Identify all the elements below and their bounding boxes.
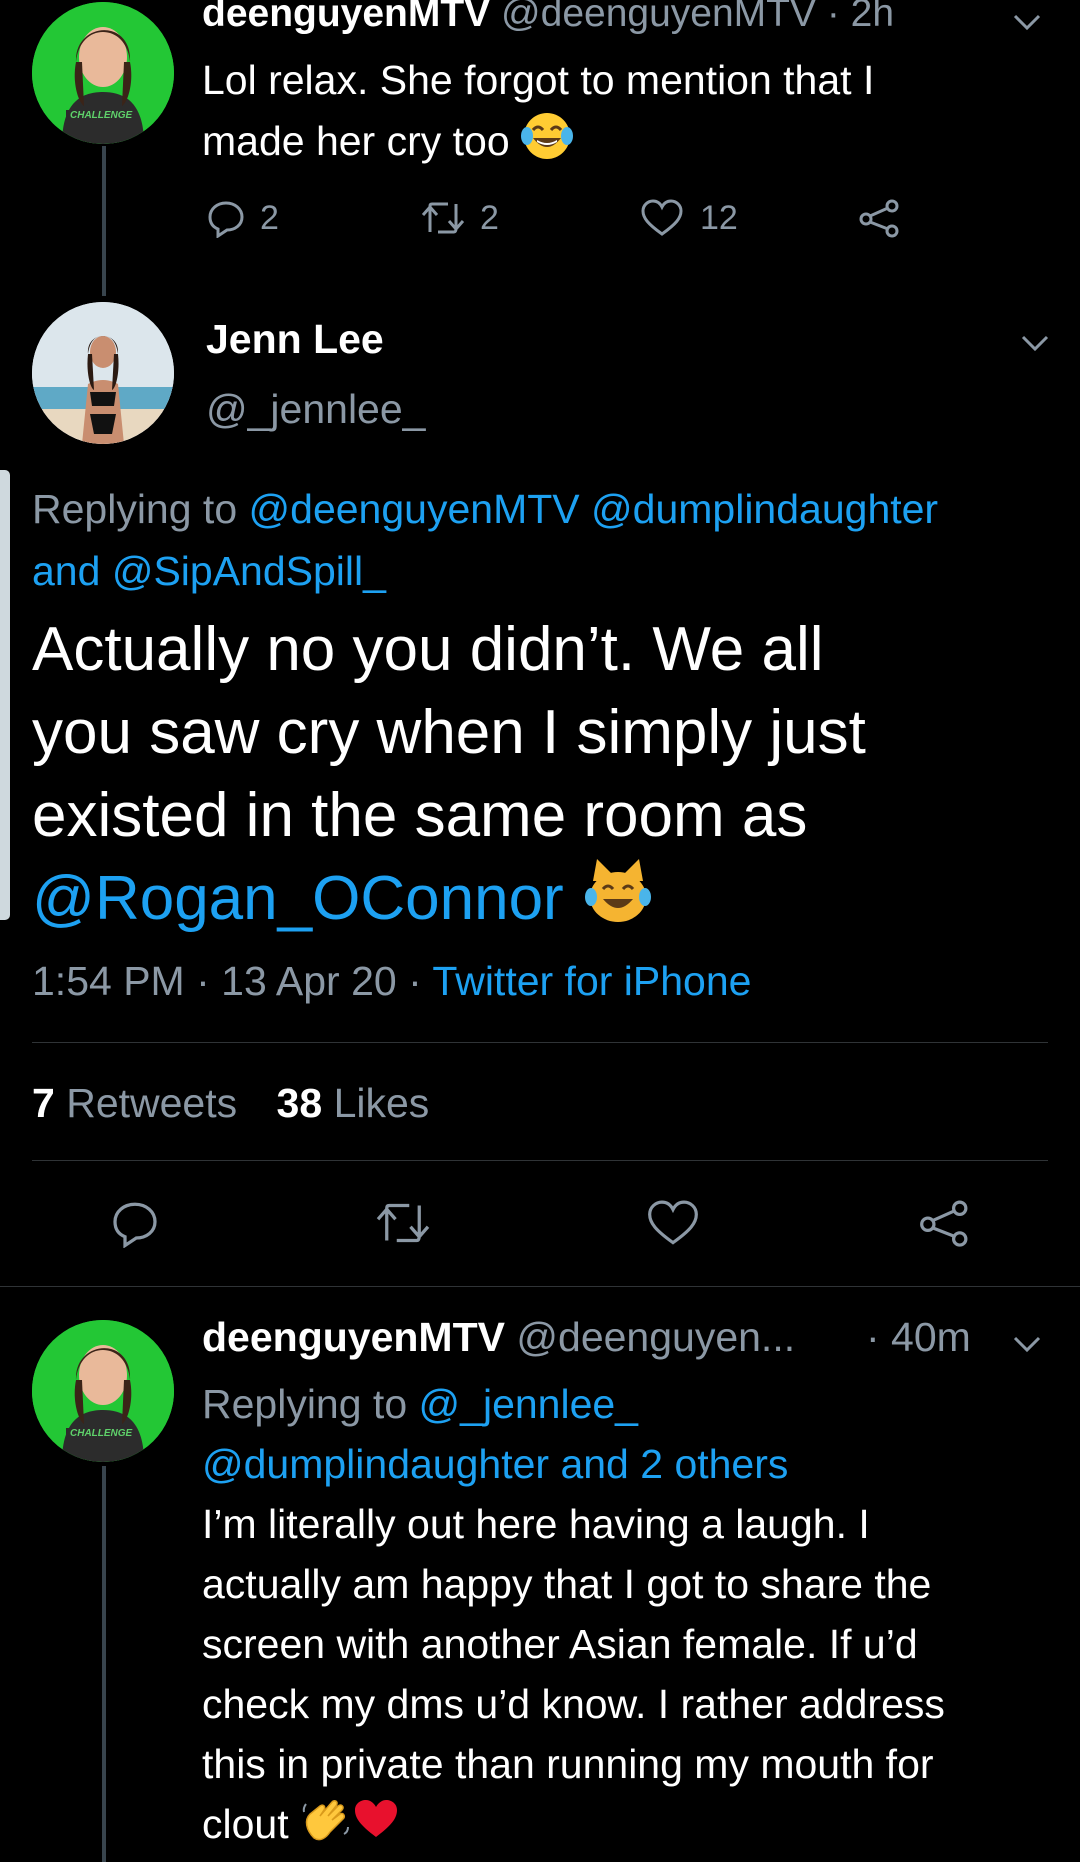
retweet-icon xyxy=(376,1203,430,1243)
likes-count: 38 xyxy=(276,1080,323,1126)
tweet-text: Lol relax. She forgot to mention that I … xyxy=(202,50,874,178)
avatar-image xyxy=(32,2,174,144)
tweet-text-line: check my dms u’d know. I rather address xyxy=(202,1681,945,1727)
thread-line xyxy=(102,1466,106,1862)
retweet-button[interactable] xyxy=(374,1198,432,1248)
author-handle[interactable]: @deenguyen... xyxy=(516,1314,795,1360)
heart-icon xyxy=(648,1200,698,1245)
cat-tears-of-joy-emoji-icon xyxy=(581,857,655,948)
replying-prefix: Replying to xyxy=(202,1381,408,1427)
replying-line: and @SipAndSpill_ xyxy=(32,540,938,602)
avatar[interactable] xyxy=(32,302,174,444)
tweet-text-line: you saw cry when I simply just xyxy=(32,698,866,767)
chevron-down-icon[interactable] xyxy=(1012,12,1042,37)
tweet-text: Actually no you didn’t. We all you saw c… xyxy=(32,608,866,948)
like-count: 12 xyxy=(700,198,738,237)
share-icon xyxy=(920,1200,968,1247)
tweet-source[interactable]: Twitter for iPhone xyxy=(432,958,751,1004)
retweets-stat[interactable]: 7 Retweets xyxy=(32,1080,249,1126)
meta-separator: · xyxy=(196,958,210,1004)
tweet-text-line: existed in the same room as xyxy=(32,781,808,850)
reply-count: 2 xyxy=(260,198,279,237)
reply-icon xyxy=(113,1202,157,1248)
tears-of-joy-emoji-icon xyxy=(521,110,574,178)
avatar[interactable]: CHALLENGE xyxy=(32,2,174,144)
author-name[interactable]: Jenn Lee xyxy=(206,316,384,363)
tweet-time: · 40m xyxy=(866,1314,971,1360)
tweet-text-line: made her cry too xyxy=(202,110,874,178)
avatar-badge-text: CHALLENGE xyxy=(70,110,133,121)
divider xyxy=(32,1042,1048,1043)
replying-and: and xyxy=(32,548,101,594)
waving-hand-emoji-icon xyxy=(300,1794,352,1860)
heart-icon xyxy=(641,199,683,236)
author-handle[interactable]: @_jennlee_ xyxy=(206,386,425,433)
share-button[interactable] xyxy=(918,1198,972,1248)
retweet-icon xyxy=(421,202,465,234)
tweet-text-line: screen with another Asian female. If u’d xyxy=(202,1621,918,1667)
avatar-image xyxy=(32,302,174,444)
avatar[interactable]: CHALLENGE xyxy=(32,1320,174,1462)
share-icon xyxy=(859,199,899,238)
like-button[interactable]: 12 xyxy=(640,198,738,238)
tweet-time: 1:54 PM xyxy=(32,958,185,1004)
tweet-date: 13 Apr 20 xyxy=(221,958,397,1004)
chevron-down-icon[interactable] xyxy=(1012,1334,1042,1359)
retweet-button[interactable]: 2 xyxy=(420,198,499,238)
meta-separator: · xyxy=(408,958,422,1004)
tweet-text-line: actually am happy that I got to share th… xyxy=(202,1561,932,1607)
author-name[interactable]: deenguyenMTV xyxy=(202,1314,505,1360)
share-button[interactable] xyxy=(858,198,902,238)
tweet-text: I’m literally out here having a laugh. I… xyxy=(202,1494,945,1860)
thread-line xyxy=(102,146,106,296)
replying-line: Replying to @deenguyenMTV @dumplindaught… xyxy=(32,478,938,540)
reply-button[interactable] xyxy=(110,1198,160,1248)
tweet-text-line: I’m literally out here having a laugh. I xyxy=(202,1501,870,1547)
tweet-text-line: @Rogan_OConnor xyxy=(32,857,866,948)
tweet-text-line: Actually no you didn’t. We all xyxy=(32,615,824,684)
mention-link[interactable]: @SipAndSpill_ xyxy=(112,548,386,594)
divider xyxy=(32,1160,1048,1161)
author-name[interactable]: deenguyenMTV xyxy=(202,0,490,35)
replying-line: Replying to @_jennlee_ xyxy=(202,1374,788,1434)
likes-label: Likes xyxy=(333,1080,430,1126)
tweet-text-line: Lol relax. She forgot to mention that I xyxy=(202,57,875,103)
red-heart-emoji-icon xyxy=(352,1797,400,1857)
engagement-stats: 7 Retweets 38 Likes xyxy=(32,1080,429,1127)
tweet-text-line: clout xyxy=(202,1794,945,1860)
chevron-down-icon[interactable] xyxy=(1020,333,1050,358)
likes-stat[interactable]: 38 Likes xyxy=(277,1080,430,1126)
tweet-header: deenguyenMTV @deenguyen... xyxy=(202,1314,795,1361)
mention-link[interactable]: @_jennlee_ xyxy=(419,1381,638,1427)
replying-prefix: Replying to xyxy=(32,486,238,532)
mention-link[interactable]: @dumplindaughter xyxy=(591,486,938,532)
tweet-text-span: made her cry too xyxy=(202,117,510,164)
author-handle[interactable]: @deenguyenMTV xyxy=(501,0,816,35)
tweet-text-span: clout xyxy=(202,1801,289,1847)
mention-link[interactable]: @deenguyenMTV xyxy=(249,486,580,532)
avatar-image xyxy=(32,1320,174,1462)
tweet-text-line: this in private than running my mouth fo… xyxy=(202,1741,934,1787)
mention-link[interactable]: @Rogan_OConnor xyxy=(32,864,564,933)
retweets-label: Retweets xyxy=(66,1080,238,1126)
like-button[interactable] xyxy=(646,1198,700,1248)
reply-button[interactable]: 2 xyxy=(206,198,279,238)
tweet-meta: 1:54 PM · 13 Apr 20 · Twitter for iPhone xyxy=(32,958,751,1005)
avatar-badge-text: CHALLENGE xyxy=(70,1428,133,1439)
divider xyxy=(0,1286,1080,1287)
retweets-count: 7 xyxy=(32,1080,55,1126)
tweet-header: deenguyenMTV @deenguyenMTV · 2h xyxy=(202,0,894,36)
replying-to: Replying to @_jennlee_ @dumplindaughter … xyxy=(202,1374,788,1494)
focus-indicator xyxy=(0,470,10,920)
retweet-count: 2 xyxy=(480,198,499,237)
reply-icon xyxy=(208,201,244,238)
tweet-time: · 2h xyxy=(826,0,895,35)
replying-line-others[interactable]: @dumplindaughter and 2 others xyxy=(202,1434,788,1494)
replying-to: Replying to @deenguyenMTV @dumplindaught… xyxy=(32,478,938,602)
